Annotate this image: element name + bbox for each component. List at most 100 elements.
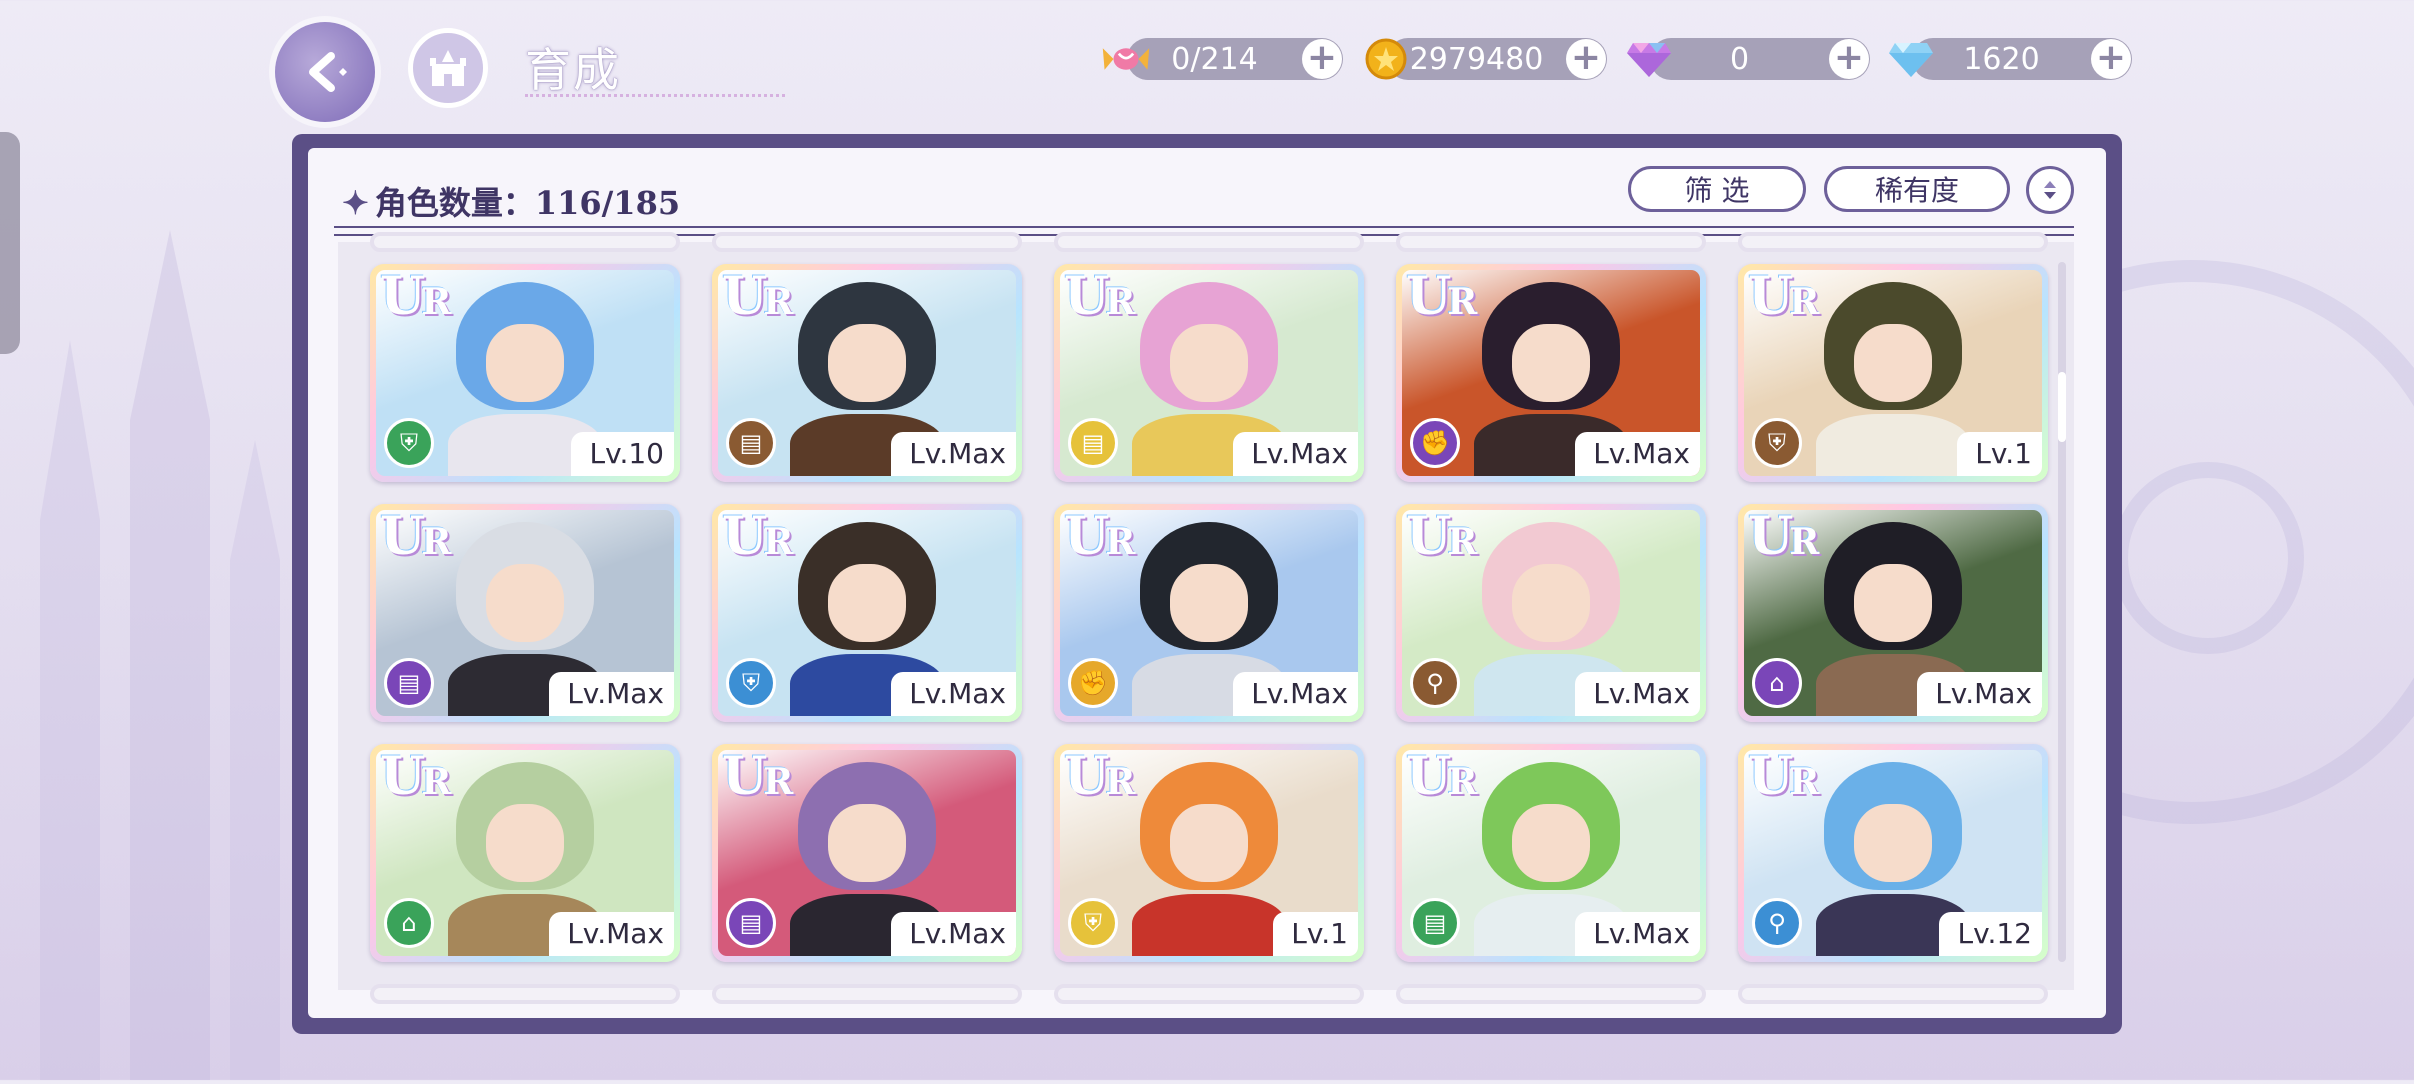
shield-icon: ⛨ <box>726 658 776 708</box>
character-portrait: UR ⛨ Lv.Max <box>718 510 1016 716</box>
character-card[interactable]: UR ▤ Lv.Max <box>712 744 1022 962</box>
home-button[interactable] <box>408 28 488 108</box>
pink-diamond-icon <box>1624 34 1674 84</box>
character-card[interactable]: UR ⛨ Lv.10 <box>370 264 680 482</box>
castle-icon <box>430 50 466 86</box>
level-label: Lv.Max <box>549 672 674 716</box>
level-label: Lv.Max <box>1233 672 1358 716</box>
blue-diamond-add-button[interactable]: + <box>2091 39 2131 79</box>
character-face <box>486 323 564 402</box>
gold-add-button[interactable]: + <box>1566 39 1606 79</box>
character-card[interactable]: UR ▤ Lv.Max <box>370 504 680 722</box>
sort-order-button[interactable] <box>2026 166 2074 214</box>
boot-icon: ⌂ <box>384 898 434 948</box>
rarity-badge: UR <box>380 750 451 807</box>
filter-button[interactable]: 筛 选 <box>1628 166 1806 212</box>
character-face <box>1854 323 1932 402</box>
book-icon: ▤ <box>1410 898 1460 948</box>
grid-scrollbar[interactable] <box>2058 262 2066 962</box>
character-face <box>828 323 906 402</box>
card-partial-top[interactable] <box>370 232 680 252</box>
title-decoration <box>525 70 785 97</box>
character-portrait: UR ▤ Lv.Max <box>1060 270 1358 476</box>
pink-diamond-value: 0 <box>1729 41 1750 77</box>
character-face <box>828 803 906 882</box>
character-portrait: UR ⛨ Lv.1 <box>1744 270 2042 476</box>
character-count-label: 角色数量：116/185 <box>374 184 681 222</box>
candy-value: 0/214 <box>1171 41 1258 77</box>
character-portrait: UR ⚲ Lv.12 <box>1744 750 2042 956</box>
card-partial-bottom[interactable] <box>1054 984 1364 1004</box>
back-button[interactable] <box>275 22 375 122</box>
card-partial-top[interactable] <box>1054 232 1364 252</box>
book-icon: ▤ <box>384 658 434 708</box>
book-icon: ▤ <box>1068 418 1118 468</box>
card-partial-top[interactable] <box>712 232 1022 252</box>
rarity-sort-button[interactable]: 稀有度 <box>1824 166 2010 212</box>
pink-diamond-currency: 0 + <box>1627 38 1870 80</box>
gold-coin-icon <box>1361 34 1411 84</box>
character-portrait: UR ⌂ Lv.Max <box>1744 510 2042 716</box>
character-face <box>1854 803 1932 882</box>
fist-icon: ✊ <box>1068 658 1118 708</box>
card-partial-bottom[interactable] <box>1396 984 1706 1004</box>
level-label: Lv.1 <box>1273 912 1358 956</box>
card-partial-bottom[interactable] <box>712 984 1022 1004</box>
character-portrait: UR ▤ Lv.Max <box>718 270 1016 476</box>
gold-value: 2979480 <box>1409 41 1544 77</box>
candy-add-button[interactable]: + <box>1302 39 1342 79</box>
character-card[interactable]: UR ▤ Lv.Max <box>1054 264 1364 482</box>
sparkle-icon: ✦ <box>342 184 369 222</box>
character-portrait: UR ▤ Lv.Max <box>376 510 674 716</box>
character-portrait: UR ⛨ Lv.10 <box>376 270 674 476</box>
character-card[interactable]: UR ⚲ Lv.12 <box>1738 744 2048 962</box>
character-card[interactable]: UR ⚲ Lv.Max <box>1396 504 1706 722</box>
character-outfit <box>1815 414 1971 476</box>
rarity-badge: UR <box>1748 270 1819 327</box>
key-icon: ⚲ <box>1752 898 1802 948</box>
character-portrait: UR ✊ Lv.Max <box>1402 270 1700 476</box>
rarity-badge: UR <box>1406 510 1477 567</box>
card-partial-bottom[interactable] <box>370 984 680 1004</box>
level-label: Lv.Max <box>1575 672 1700 716</box>
level-label: Lv.Max <box>1575 912 1700 956</box>
fist-icon: ✊ <box>1410 418 1460 468</box>
level-label: Lv.Max <box>891 432 1016 476</box>
character-card[interactable]: UR ⛨ Lv.1 <box>1738 264 2048 482</box>
level-label: Lv.Max <box>891 912 1016 956</box>
character-card[interactable]: UR ▤ Lv.Max <box>712 264 1022 482</box>
rarity-badge: UR <box>1748 750 1819 807</box>
character-card[interactable]: UR ▤ Lv.Max <box>1396 744 1706 962</box>
side-drawer-handle[interactable] <box>0 132 20 354</box>
grid-scroll-thumb[interactable] <box>2058 372 2066 442</box>
level-label: Lv.Max <box>549 912 674 956</box>
shield-icon: ⛨ <box>1752 418 1802 468</box>
character-face <box>1170 323 1248 402</box>
rarity-badge: UR <box>1748 510 1819 567</box>
level-label: Lv.12 <box>1939 912 2042 956</box>
shield-icon: ⛨ <box>1068 898 1118 948</box>
candy-icon <box>1101 34 1151 84</box>
rarity-badge: UR <box>722 750 793 807</box>
background-castle <box>0 220 300 1080</box>
character-portrait: UR ▤ Lv.Max <box>1402 750 1700 956</box>
character-portrait: UR ⚲ Lv.Max <box>1402 510 1700 716</box>
character-portrait: UR ⌂ Lv.Max <box>376 750 674 956</box>
card-partial-bottom[interactable] <box>1738 984 2048 1004</box>
level-label: Lv.Max <box>1233 432 1358 476</box>
character-card[interactable]: UR ⛨ Lv.Max <box>712 504 1022 722</box>
rarity-badge: UR <box>1064 750 1135 807</box>
blue-diamond-currency: 1620 + <box>1889 38 2132 80</box>
character-card[interactable]: UR ✊ Lv.Max <box>1396 264 1706 482</box>
character-card[interactable]: UR ⛨ Lv.1 <box>1054 744 1364 962</box>
card-partial-top[interactable] <box>1396 232 1706 252</box>
character-card[interactable]: UR ⌂ Lv.Max <box>1738 504 2048 722</box>
pink-diamond-add-button[interactable]: + <box>1829 39 1869 79</box>
character-card[interactable]: UR ⌂ Lv.Max <box>370 744 680 962</box>
blue-diamond-value: 1620 <box>1963 41 2040 77</box>
rarity-badge: UR <box>1064 270 1135 327</box>
card-partial-top[interactable] <box>1738 232 2048 252</box>
character-face <box>1170 563 1248 642</box>
character-face <box>1170 803 1248 882</box>
character-card[interactable]: UR ✊ Lv.Max <box>1054 504 1364 722</box>
